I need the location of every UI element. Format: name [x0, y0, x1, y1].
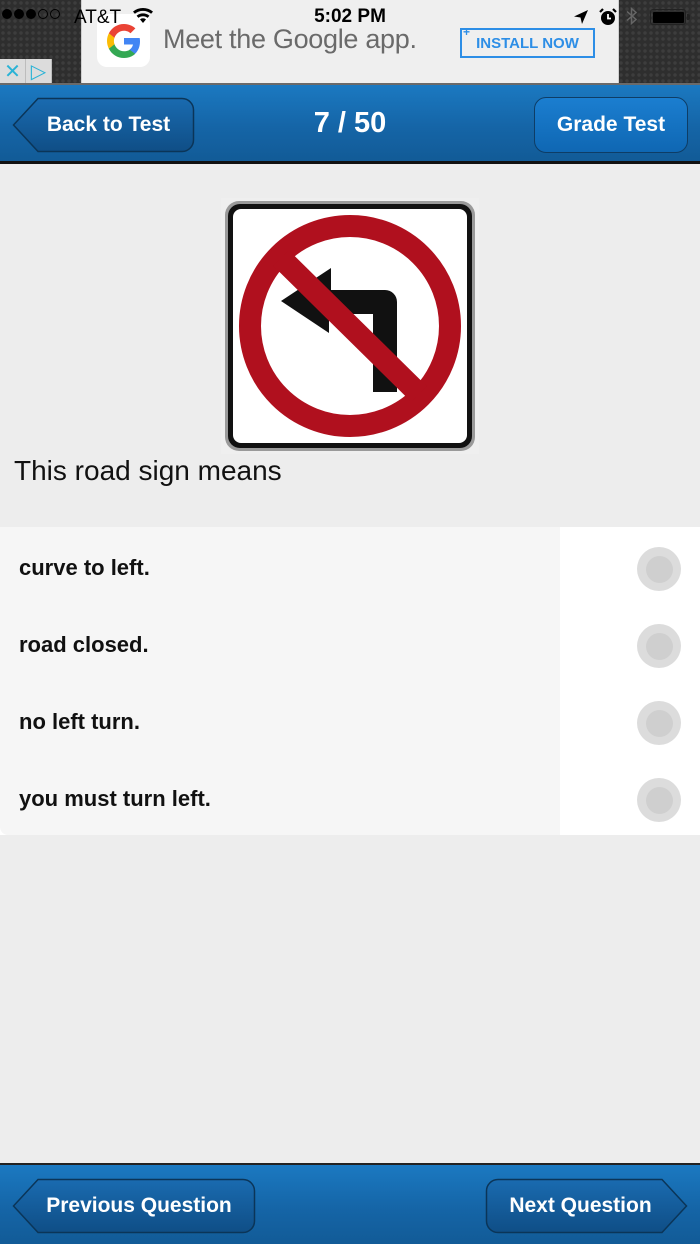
grade-test-button[interactable]: Grade Test [534, 97, 688, 153]
answer-label: road closed. [19, 632, 149, 657]
bottom-nav-bar: Previous Question Next Question [0, 1163, 700, 1244]
grade-test-label: Grade Test [556, 113, 666, 136]
ad-close-icon[interactable]: ✕ [0, 59, 26, 83]
radio-button[interactable] [637, 624, 681, 668]
answer-label: you must turn left. [19, 786, 211, 811]
question-text: This road sign means [14, 455, 282, 486]
answer-option[interactable]: no left turn. [0, 683, 700, 760]
adchoices-icon[interactable]: ▷ [26, 59, 52, 83]
ad-controls: ✕ ▷ [0, 59, 52, 83]
answer-list: curve to left. road closed. no left turn… [0, 527, 700, 835]
status-bar: AT&T 5:02 PM [0, 0, 700, 34]
status-time: 5:02 PM [314, 6, 386, 27]
previous-question-label: Previous Question [46, 1194, 232, 1217]
answer-option[interactable]: road closed. [0, 606, 700, 683]
next-question-label: Next Question [509, 1194, 652, 1217]
radio-button[interactable] [637, 701, 681, 745]
answer-label: no left turn. [19, 709, 140, 734]
answer-label: curve to left. [19, 555, 150, 580]
radio-button[interactable] [637, 778, 681, 822]
answer-option[interactable]: curve to left. [0, 529, 700, 606]
location-arrow-icon [572, 8, 590, 32]
previous-question-button[interactable]: Previous Question [12, 1178, 256, 1234]
battery-icon [650, 9, 690, 25]
alarm-icon [598, 7, 618, 33]
radio-button[interactable] [637, 547, 681, 591]
answer-option[interactable]: you must turn left. [0, 760, 700, 837]
top-nav-bar: Back to Test 7 / 50 Grade Test [0, 83, 700, 164]
install-now-label: INSTALL NOW [476, 34, 579, 52]
no-left-turn-sign-image [221, 198, 479, 454]
bluetooth-icon [626, 6, 638, 31]
next-question-button[interactable]: Next Question [485, 1178, 688, 1234]
